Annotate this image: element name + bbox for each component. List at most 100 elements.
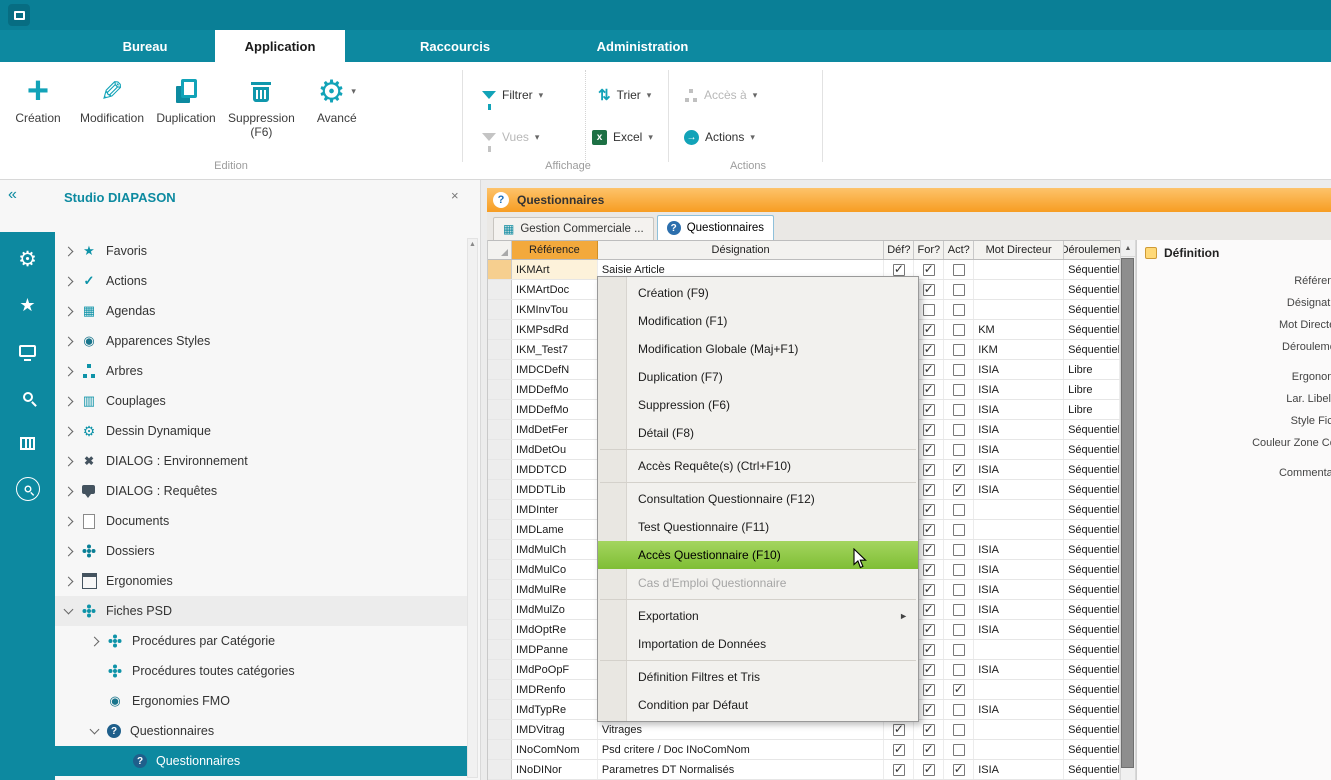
- for-checkbox[interactable]: [923, 484, 935, 496]
- sidebar-item-actions[interactable]: Actions: [55, 266, 467, 296]
- ribbon-tab-administration[interactable]: Administration: [560, 30, 725, 62]
- chevron-down-icon[interactable]: [90, 725, 100, 735]
- row-selector[interactable]: [488, 640, 512, 659]
- column-header-for[interactable]: For?: [914, 241, 944, 259]
- row-selector[interactable]: [488, 340, 512, 359]
- row-selector[interactable]: [488, 400, 512, 419]
- column-header-deroulement[interactable]: Déroulement: [1064, 241, 1120, 259]
- for-checkbox[interactable]: [923, 684, 935, 696]
- column-header-act[interactable]: Act?: [944, 241, 974, 259]
- sidebar-item-dialog-requetes[interactable]: DIALOG : Requêtes: [55, 476, 467, 506]
- row-selector[interactable]: [488, 260, 512, 279]
- menu-item-acces-requete-s-ctrl-f10[interactable]: Accès Requête(s) (Ctrl+F10): [598, 452, 918, 480]
- menu-item-importation-de-donnees[interactable]: Importation de Données: [598, 630, 918, 658]
- tab-gestion-commerciale[interactable]: Gestion Commerciale ...: [493, 217, 654, 240]
- sidebar-item-arbres[interactable]: Arbres: [55, 356, 467, 386]
- menu-item-exportation[interactable]: Exportation: [598, 602, 918, 630]
- rail-columns-icon[interactable]: [0, 420, 55, 466]
- act-checkbox[interactable]: [953, 304, 965, 316]
- sidebar-item-favoris[interactable]: Favoris: [55, 236, 467, 266]
- tab-questionnaires[interactable]: Questionnaires: [657, 215, 774, 240]
- menu-item-consultation-questionnaire-f12[interactable]: Consultation Questionnaire (F12): [598, 485, 918, 513]
- suppression-button[interactable]: Suppression (F6): [228, 66, 295, 158]
- filtrer-button[interactable]: Filtrer: [482, 84, 543, 106]
- row-selector[interactable]: [488, 280, 512, 299]
- row-selector[interactable]: [488, 580, 512, 599]
- act-checkbox[interactable]: [953, 644, 965, 656]
- chevron-right-icon[interactable]: [64, 576, 74, 586]
- act-checkbox[interactable]: [953, 684, 965, 696]
- act-checkbox[interactable]: [953, 264, 965, 276]
- chevron-right-icon[interactable]: [64, 516, 74, 526]
- chevron-right-icon[interactable]: [64, 426, 74, 436]
- chevron-right-icon[interactable]: [64, 486, 74, 496]
- for-checkbox[interactable]: [923, 664, 935, 676]
- sidebar-scrollbar[interactable]: [467, 238, 478, 778]
- chevron-right-icon[interactable]: [64, 276, 74, 286]
- row-selector[interactable]: [488, 320, 512, 339]
- sidebar-item-ergonomies-fmo[interactable]: Ergonomies FMO: [55, 686, 467, 716]
- for-checkbox[interactable]: [923, 264, 935, 276]
- act-checkbox[interactable]: [953, 744, 965, 756]
- act-checkbox[interactable]: [953, 544, 965, 556]
- trier-button[interactable]: Trier: [598, 84, 651, 106]
- for-checkbox[interactable]: [923, 324, 935, 336]
- ribbon-tab-application[interactable]: Application: [215, 30, 345, 62]
- for-checkbox[interactable]: [923, 724, 935, 736]
- def-checkbox[interactable]: [893, 264, 905, 276]
- row-selector[interactable]: [488, 540, 512, 559]
- row-selector[interactable]: [488, 520, 512, 539]
- chevron-right-icon[interactable]: [64, 336, 74, 346]
- row-selector[interactable]: [488, 660, 512, 679]
- table-row-imdvitrag[interactable]: IMDVitragVitragesSéquentiel: [488, 720, 1120, 740]
- column-header-mot-directeur[interactable]: Mot Directeur: [974, 241, 1064, 259]
- sidebar-item-ergonomies[interactable]: Ergonomies: [55, 566, 467, 596]
- modification-button[interactable]: Modification: [80, 66, 144, 158]
- act-checkbox[interactable]: [953, 584, 965, 596]
- row-selector[interactable]: [488, 300, 512, 319]
- for-checkbox[interactable]: [923, 524, 935, 536]
- for-checkbox[interactable]: [923, 704, 935, 716]
- act-checkbox[interactable]: [953, 704, 965, 716]
- act-checkbox[interactable]: [953, 564, 965, 576]
- for-checkbox[interactable]: [923, 404, 935, 416]
- for-checkbox[interactable]: [923, 304, 935, 316]
- close-icon[interactable]: ×: [451, 188, 459, 203]
- act-checkbox[interactable]: [953, 324, 965, 336]
- row-selector[interactable]: [488, 620, 512, 639]
- actions-button[interactable]: Actions: [684, 126, 755, 148]
- menu-item-creation-f9[interactable]: Création (F9): [598, 279, 918, 307]
- for-checkbox[interactable]: [923, 644, 935, 656]
- sidebar-item-questionnaires[interactable]: Questionnaires: [55, 716, 467, 746]
- menu-item-modification-f1[interactable]: Modification (F1): [598, 307, 918, 335]
- duplication-button[interactable]: Duplication: [154, 66, 218, 158]
- menu-item-condition-par-defaut[interactable]: Condition par Défaut: [598, 691, 918, 719]
- act-checkbox[interactable]: [953, 524, 965, 536]
- chevron-right-icon[interactable]: [64, 546, 74, 556]
- rail-search-icon[interactable]: [0, 374, 55, 420]
- act-checkbox[interactable]: [953, 484, 965, 496]
- for-checkbox[interactable]: [923, 744, 935, 756]
- help-icon[interactable]: [493, 192, 509, 208]
- def-checkbox[interactable]: [893, 744, 905, 756]
- row-selector[interactable]: [488, 600, 512, 619]
- row-selector[interactable]: [488, 440, 512, 459]
- sidebar-item-fiches-psd[interactable]: Fiches PSD: [55, 596, 467, 626]
- for-checkbox[interactable]: [923, 544, 935, 556]
- menu-item-duplication-f7[interactable]: Duplication (F7): [598, 363, 918, 391]
- row-selector[interactable]: [488, 480, 512, 499]
- creation-button[interactable]: Création: [6, 66, 70, 158]
- for-checkbox[interactable]: [923, 584, 935, 596]
- act-checkbox[interactable]: [953, 764, 965, 776]
- for-checkbox[interactable]: [923, 604, 935, 616]
- rail-search-circle-icon[interactable]: [0, 466, 55, 512]
- for-checkbox[interactable]: [923, 364, 935, 376]
- row-selector[interactable]: [488, 720, 512, 739]
- act-checkbox[interactable]: [953, 384, 965, 396]
- act-checkbox[interactable]: [953, 664, 965, 676]
- row-selector[interactable]: [488, 380, 512, 399]
- chevron-down-icon[interactable]: [64, 605, 74, 615]
- table-row-inocomnom[interactable]: INoComNomPsd critere / Doc INoComNomSéqu…: [488, 740, 1120, 760]
- rail-monitor-icon[interactable]: [0, 328, 55, 374]
- scroll-up-icon[interactable]: [468, 239, 477, 251]
